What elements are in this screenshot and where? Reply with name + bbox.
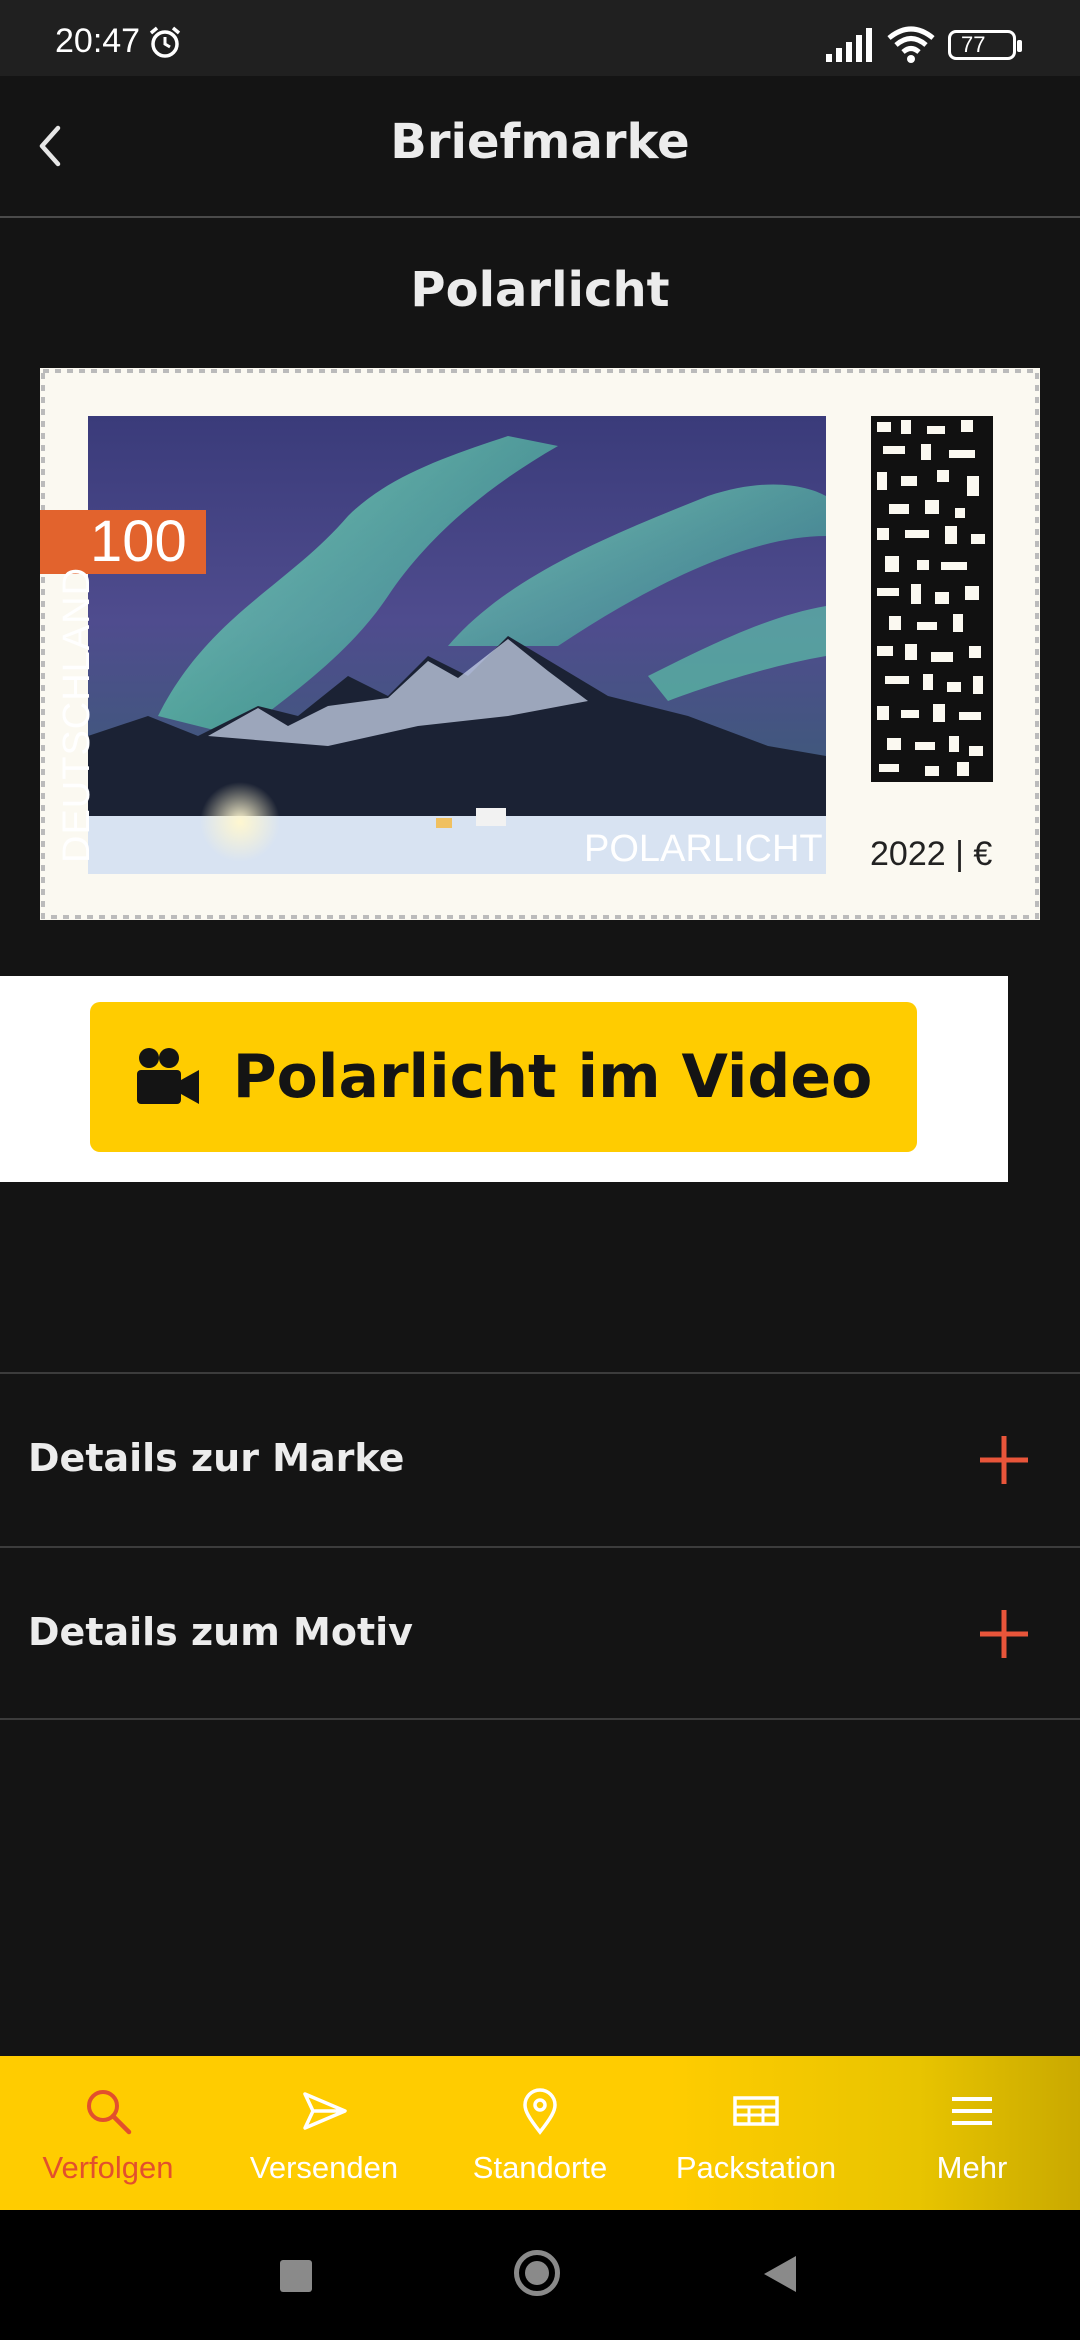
video-button-label: Polarlicht im Video (232, 1042, 873, 1112)
status-time: 20:47 (55, 22, 141, 60)
location-pin-icon (523, 2088, 557, 2135)
system-navigation-bar (0, 2210, 1080, 2340)
send-icon (303, 2092, 347, 2130)
packstation-icon (733, 2096, 779, 2126)
stamp-value-badge: 100 (40, 510, 206, 574)
nav-standorte[interactable]: Standorte (432, 2056, 648, 2210)
home-icon[interactable] (514, 2250, 560, 2296)
menu-icon (952, 2097, 992, 2125)
nav-label: Packstation (675, 2150, 837, 2185)
nav-label: Versenden (249, 2150, 399, 2185)
nav-verfolgen[interactable]: Verfolgen (0, 2056, 216, 2210)
app-header: Briefmarke (0, 76, 1080, 218)
video-camera-icon (136, 1048, 199, 1104)
nav-packstation[interactable]: Packstation (648, 2056, 864, 2210)
nav-label: Verfolgen (42, 2150, 174, 2185)
stamp-image: 100 DEUTSCHLAND POLARLICHT 2022 | € (40, 368, 1040, 920)
plus-icon[interactable] (980, 1610, 1028, 1658)
aurora-photo (88, 416, 826, 874)
accordion-details-motiv[interactable]: Details zum Motiv (0, 1546, 1080, 1720)
stamp-year: 2022 | € (870, 835, 993, 873)
bottom-navigation: Verfolgen Versenden Standorte Packstatio… (0, 2056, 1080, 2210)
stamp-title: Polarlicht (410, 262, 670, 318)
status-bar: 20:47 77 (0, 0, 1080, 76)
stamp-motif: POLARLICHT (584, 828, 823, 870)
accordion-label: Details zur Marke (28, 1436, 405, 1480)
battery-level: 77 (961, 32, 986, 57)
nav-mehr[interactable]: Mehr (864, 2056, 1080, 2210)
video-banner: Polarlicht im Video (0, 976, 1008, 1182)
signal-icon (826, 28, 872, 62)
recent-apps-icon[interactable] (280, 2260, 312, 2292)
page-title: Briefmarke (390, 114, 690, 170)
alarm-icon (149, 26, 181, 58)
battery-icon: 77 (948, 30, 1022, 60)
stamp-value: 100 (90, 509, 187, 574)
stamp-country: DEUTSCHLAND (56, 566, 98, 863)
plus-icon[interactable] (980, 1436, 1028, 1484)
search-icon (87, 2090, 132, 2135)
accordion-details-marke[interactable]: Details zur Marke (0, 1372, 1080, 1546)
wifi-icon (887, 26, 935, 63)
nav-label: Mehr (936, 2150, 1008, 2185)
nav-versenden[interactable]: Versenden (216, 2056, 432, 2210)
nav-label: Standorte (472, 2150, 608, 2185)
matrix-code (871, 416, 993, 782)
system-back-icon[interactable] (764, 2256, 796, 2292)
video-button[interactable]: Polarlicht im Video (90, 1002, 917, 1152)
accordion-label: Details zum Motiv (28, 1610, 413, 1654)
